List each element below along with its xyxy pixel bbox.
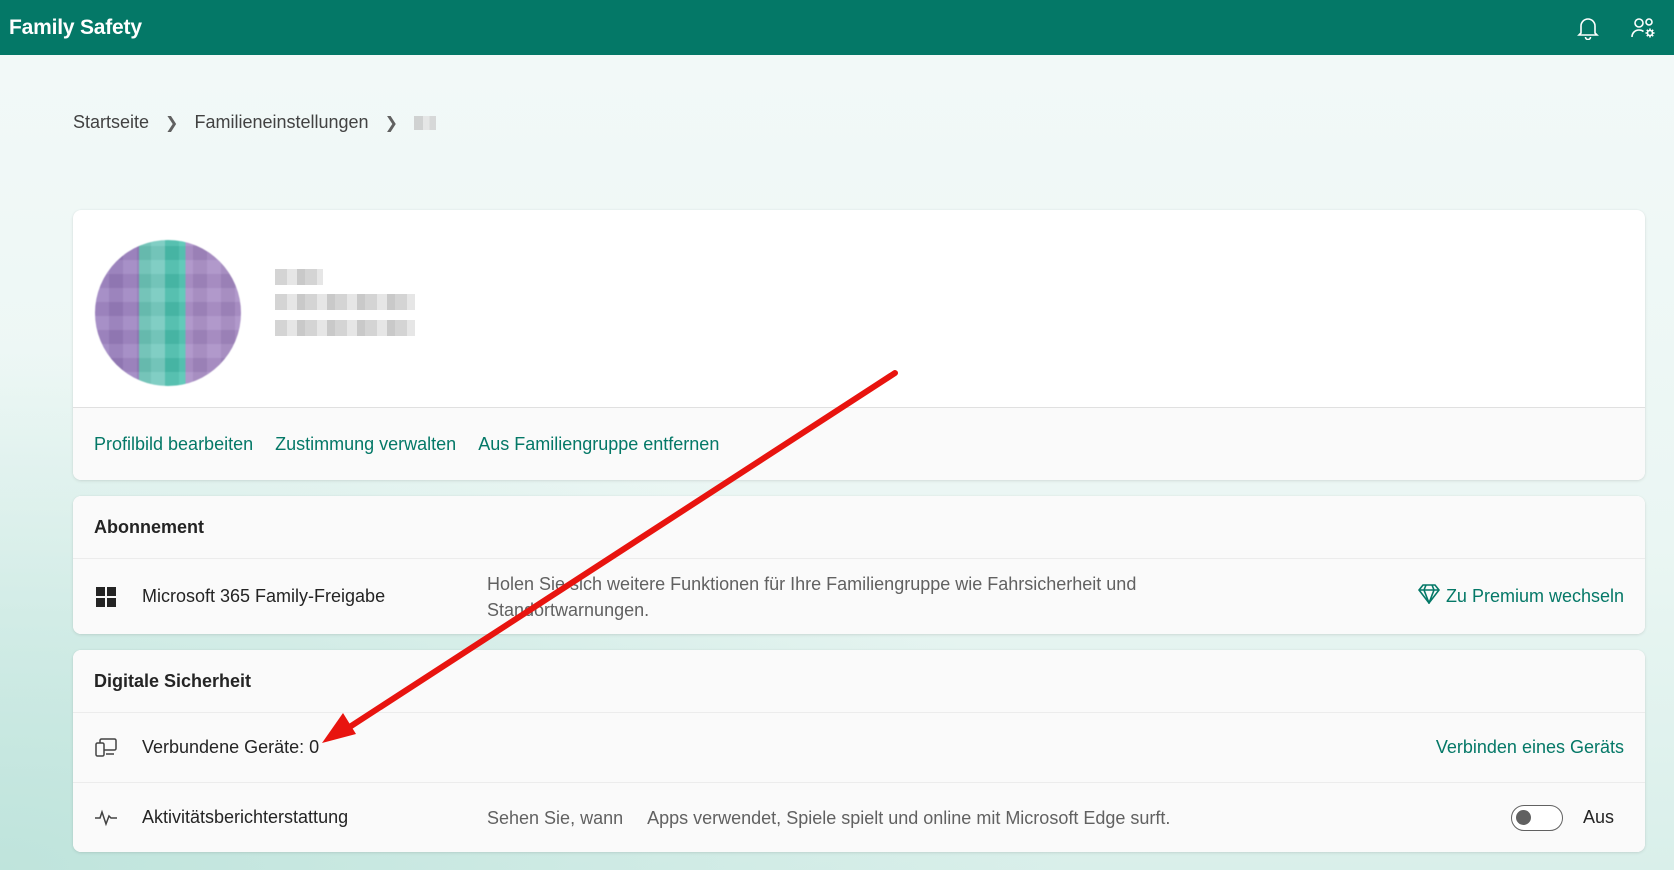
chevron-right-icon: ❯ [165,114,179,132]
activity-reporting-toggle[interactable] [1510,804,1563,831]
subscription-description: Holen Sie sich weitere Funktionen für Ih… [487,573,1137,620]
app-title: Family Safety [9,15,142,39]
digital-safety-card: Digitale Sicherheit Verbundene Geräte: 0… [73,650,1645,852]
profile-actions: Profilbild bearbeiten Zustimmung verwalt… [73,407,1645,480]
chevron-right-icon: ❯ [384,114,398,132]
devices-icon [94,736,118,760]
activity-reporting-toggle-label: Aus [1582,807,1614,827]
avatar [95,240,241,386]
subscription-title: Microsoft 365 Family-Freigabe [142,586,386,606]
app-header: Family Safety [0,0,1674,55]
activity-reporting-row: Aktivitätsberichterstattung Sehen Sie, w… [73,782,1645,852]
subscription-header: Abonnement [73,496,1645,558]
bell-icon[interactable] [1575,15,1601,41]
toggle-knob [1515,809,1531,825]
breadcrumb-home[interactable]: Startseite [73,112,149,133]
connected-devices-count: Verbundene Geräte: 0 [142,737,320,757]
upgrade-premium-button[interactable]: Zu Premium wechseln [1417,584,1624,609]
remove-from-family-link[interactable]: Aus Familiengruppe entfernen [478,434,719,455]
profile-card: Profilbild bearbeiten Zustimmung verwalt… [73,210,1645,480]
connect-device-link[interactable]: Verbinden eines Geräts [1436,737,1624,758]
breadcrumb-family-settings[interactable]: Familieneinstellungen [194,112,368,133]
activity-reporting-title: Aktivitätsberichterstattung [142,807,349,827]
microsoft-logo-icon [94,585,118,609]
diamond-icon [1417,584,1440,609]
connected-devices-row: Verbundene Geräte: 0 Verbinden eines Ger… [73,712,1645,782]
manage-consent-link[interactable]: Zustimmung verwalten [275,434,456,455]
redacted-details [275,320,415,336]
breadcrumb: Startseite ❯ Familieneinstellungen ❯ [73,112,436,133]
people-settings-icon[interactable] [1631,15,1657,41]
breadcrumb-member-redacted [413,115,436,130]
subscription-card: Abonnement Microsoft 365 Family-Freigabe… [73,496,1645,634]
digital-safety-header: Digitale Sicherheit [73,650,1645,712]
subscription-row: Microsoft 365 Family-Freigabe Holen Sie … [73,558,1645,634]
redacted-name [275,269,323,285]
edit-profile-picture-link[interactable]: Profilbild bearbeiten [94,434,253,455]
activity-reporting-description: Sehen Sie, wann Apps verwendet, Spiele s… [487,807,1171,828]
activity-pulse-icon [94,806,118,830]
redacted-email [275,294,415,310]
upgrade-premium-label: Zu Premium wechseln [1445,586,1624,606]
